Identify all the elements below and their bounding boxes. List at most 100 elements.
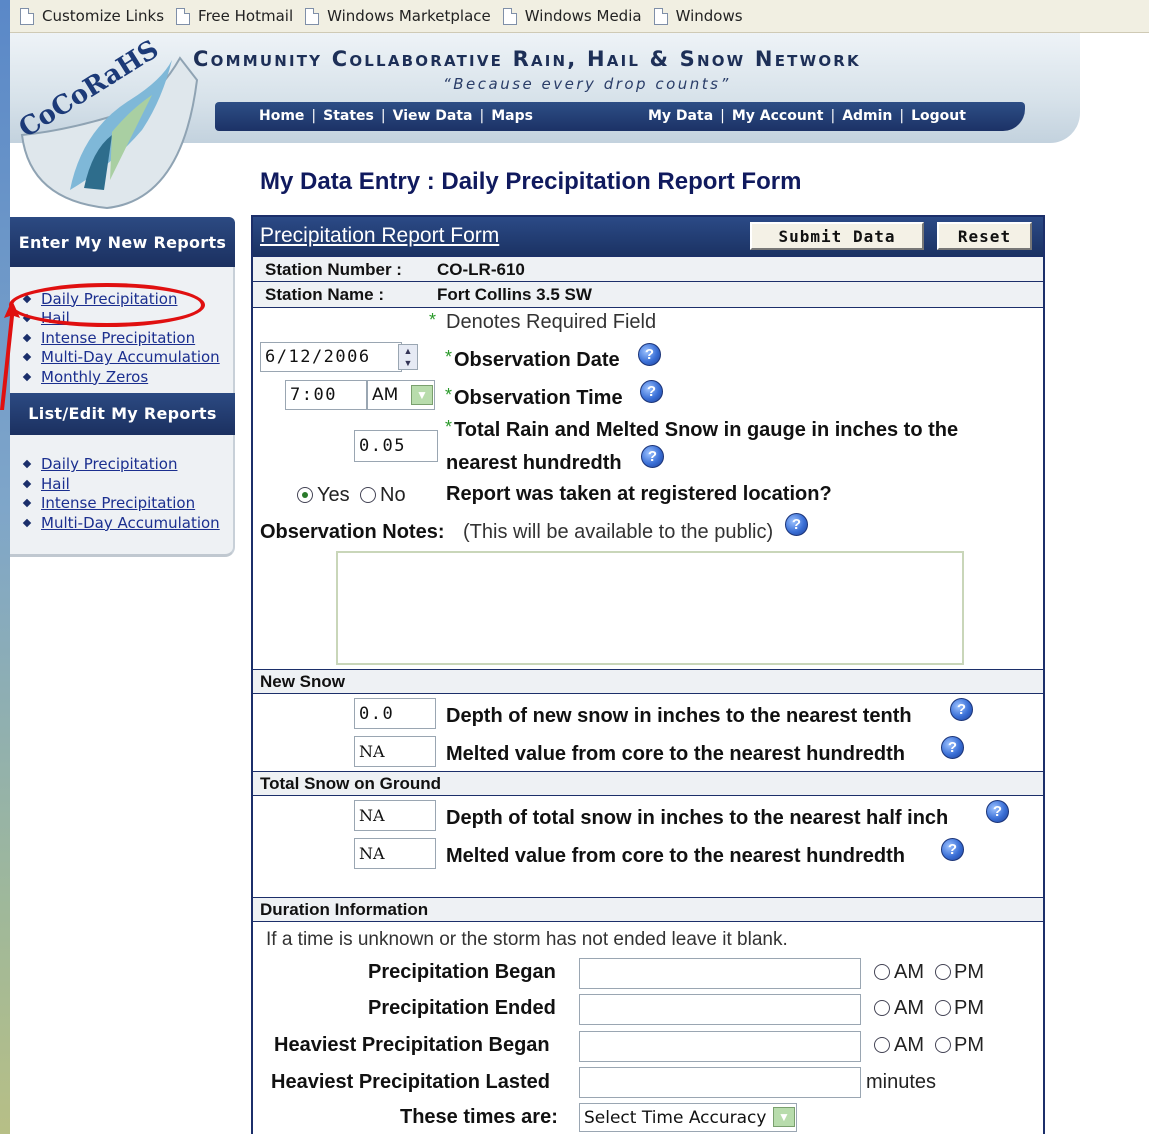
heaviest-began-am-radio[interactable] (874, 1037, 890, 1053)
total-snow-melted-input[interactable]: NA (354, 838, 436, 869)
notes-textarea[interactable] (336, 551, 964, 665)
station-number-label: Station Number : (265, 260, 402, 279)
link-media[interactable]: Windows Media (502, 7, 642, 25)
help-icon[interactable]: ? (638, 343, 661, 366)
link-marketplace[interactable]: Windows Marketplace (305, 7, 491, 25)
nav-admin[interactable]: Admin (842, 108, 892, 124)
heaviest-began-input[interactable] (579, 1031, 861, 1062)
section-duration: Duration Information (253, 897, 1043, 922)
page-icon (20, 7, 34, 25)
page-icon (305, 7, 320, 25)
sidebar-item-multi-day[interactable]: Multi-Day Accumulation (22, 348, 233, 368)
precip-ended-pm-radio[interactable] (935, 1000, 951, 1016)
link-customize[interactable]: Customize Links (20, 7, 164, 25)
station-name-value: Fort Collins 3.5 SW (437, 285, 592, 304)
precip-ended-am-radio[interactable] (874, 1000, 890, 1016)
sidebar-link[interactable]: Multi-Day Accumulation (41, 514, 220, 532)
time-accuracy-select[interactable]: Select Time Accuracy (579, 1103, 797, 1132)
precip-began-am-radio[interactable] (874, 964, 890, 980)
nav-states[interactable]: States (323, 108, 374, 124)
sidebar-link[interactable]: Multi-Day Accumulation (41, 348, 220, 366)
total-rain-label: Total Rain and Melted Snow in gauge in i… (454, 419, 959, 441)
sidebar-item-intense-precipitation[interactable]: Intense Precipitation (22, 328, 233, 348)
sidebar-link[interactable]: Intense Precipitation (41, 329, 195, 347)
total-snow-depth-input[interactable]: NA (354, 800, 436, 831)
precipitation-form: Precipitation Report Form Submit Data Re… (251, 215, 1045, 1134)
sidebar-link[interactable]: Daily Precipitation (41, 455, 177, 473)
nav-my-data[interactable]: My Data (648, 108, 713, 124)
help-icon[interactable]: ? (785, 513, 808, 536)
new-snow-melted-input[interactable]: NA (354, 736, 436, 767)
form-title-link[interactable]: Precipitation Report Form (260, 224, 499, 248)
precip-ended-input[interactable] (579, 994, 861, 1025)
bullet-icon (22, 372, 32, 381)
required-star: * (445, 385, 453, 405)
nav-logout[interactable]: Logout (911, 108, 966, 124)
help-icon[interactable]: ? (640, 380, 663, 403)
required-note: Denotes Required Field (446, 311, 657, 333)
bullet-icon (22, 460, 32, 469)
observation-time-label: Observation Time (454, 387, 623, 409)
sidebar: Enter My New Reports Daily Precipitation… (10, 217, 235, 557)
observation-time-input[interactable]: 7:00 (285, 380, 367, 410)
link-windows[interactable]: Windows (653, 7, 743, 25)
sidebar-item-list-intense[interactable]: Intense Precipitation (22, 494, 233, 514)
nav-view-data[interactable]: View Data (393, 108, 473, 124)
submit-button[interactable]: Submit Data (750, 222, 924, 250)
nav-maps[interactable]: Maps (491, 108, 533, 124)
sidebar-item-list-hail[interactable]: Hail (22, 474, 233, 494)
sidebar-item-list-daily[interactable]: Daily Precipitation (22, 455, 233, 475)
desktop-edge (0, 0, 10, 1134)
registered-location-label: Report was taken at registered location? (446, 483, 832, 505)
total-snow-melted-label: Melted value from core to the nearest hu… (446, 845, 905, 867)
heaviest-began-pm-radio[interactable] (935, 1037, 951, 1053)
bullet-icon (22, 333, 32, 342)
site-tagline: “Because every drop counts” (443, 75, 731, 93)
sidebar-item-list-multi-day[interactable]: Multi-Day Accumulation (22, 513, 233, 533)
radio-yes-label: Yes (317, 484, 350, 506)
required-star: * (429, 310, 437, 330)
section-new-snow: New Snow (253, 669, 1043, 694)
sidebar-item-monthly-zeros[interactable]: Monthly Zeros (22, 367, 233, 387)
observation-date-input[interactable]: 6/12/2006 (260, 342, 402, 372)
sidebar-link[interactable]: Monthly Zeros (41, 368, 148, 386)
link-label: Free Hotmail (198, 7, 294, 25)
help-icon[interactable]: ? (950, 698, 973, 721)
link-hotmail[interactable]: Free Hotmail (176, 7, 293, 25)
help-icon[interactable]: ? (941, 736, 964, 759)
times-are-label: These times are: (400, 1106, 558, 1128)
bullet-icon (22, 479, 32, 488)
am-label: AM (894, 961, 924, 983)
ampm-value: AM (372, 385, 399, 405)
pm-label: PM (954, 997, 984, 1019)
notes-label: Observation Notes: (260, 521, 445, 543)
page-icon (653, 7, 668, 25)
chevron-down-icon[interactable]: ▼ (773, 1107, 795, 1127)
help-icon[interactable]: ? (941, 838, 964, 861)
precip-began-pm-radio[interactable] (935, 964, 951, 980)
sidebar-heading-new: Enter My New Reports (10, 217, 235, 267)
heaviest-lasted-input[interactable] (579, 1067, 861, 1098)
bullet-icon (22, 353, 32, 362)
page-icon (176, 7, 191, 25)
help-icon[interactable]: ? (986, 800, 1009, 823)
nav-my-account[interactable]: My Account (732, 108, 824, 124)
reset-button[interactable]: Reset (937, 222, 1032, 250)
date-spinner[interactable]: ▲ ▼ (398, 344, 418, 370)
sidebar-link[interactable]: Intense Precipitation (41, 494, 195, 512)
radio-no[interactable] (360, 487, 376, 503)
total-snow-depth-label: Depth of total snow in inches to the nea… (446, 807, 949, 829)
sidebar-link[interactable]: Hail (41, 475, 70, 493)
notes-hint: (This will be available to the public) (463, 521, 774, 543)
annotation-arrow (0, 300, 20, 410)
chevron-down-icon[interactable]: ▼ (411, 385, 433, 405)
nav-home[interactable]: Home (259, 108, 304, 124)
highlight-circle (9, 283, 205, 327)
radio-yes[interactable] (297, 487, 313, 503)
total-rain-input[interactable]: 0.05 (354, 430, 438, 462)
precip-began-label: Precipitation Began (368, 961, 556, 983)
precip-began-input[interactable] (579, 958, 861, 989)
new-snow-depth-input[interactable]: 0.0 (354, 698, 436, 729)
help-icon[interactable]: ? (641, 445, 664, 468)
required-star: * (445, 347, 453, 367)
